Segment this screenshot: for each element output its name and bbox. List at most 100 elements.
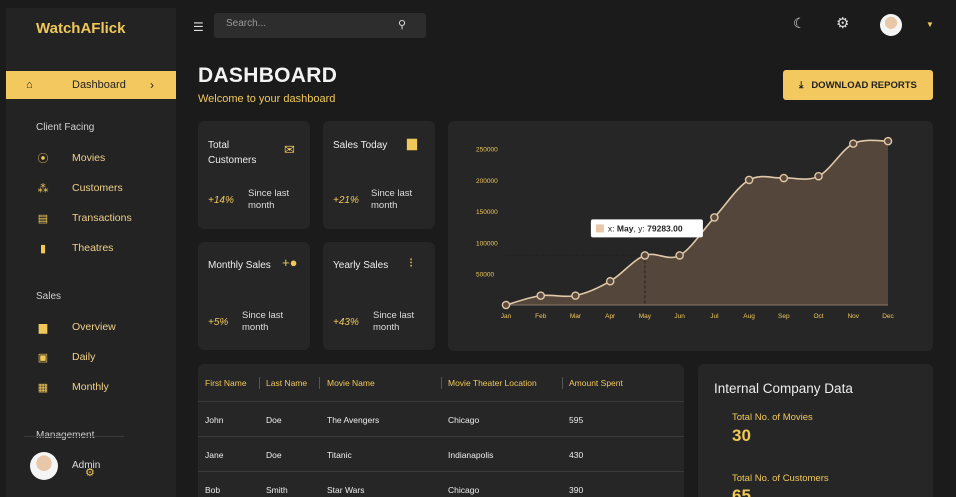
table-cell: Star Wars	[327, 485, 365, 495]
column-separator	[562, 377, 563, 389]
stat-change: +14%	[208, 195, 234, 206]
sidebar-item-label: Overview	[72, 321, 116, 333]
gear-icon[interactable]: ⚙	[85, 466, 95, 479]
stat-title: Total Customers	[208, 140, 257, 166]
sidebar-item-monthly[interactable]: ▦ Monthly	[6, 377, 176, 397]
table-header-location[interactable]: Movie Theater Location	[448, 378, 537, 388]
x-tick-label: Oct	[813, 313, 823, 320]
download-reports-button[interactable]: ⤓ DOWNLOAD REPORTS	[783, 70, 933, 100]
traffic-icon: ⁝	[409, 255, 414, 270]
stat-since: Since last month	[242, 310, 284, 334]
sidebar-item-customers[interactable]: ⁂ Customers	[6, 178, 176, 198]
movies-count-label: Total No. of Movies	[732, 412, 813, 423]
stat-title: Yearly Sales	[333, 260, 389, 271]
sidebar-item-theatres[interactable]: ▮ Theatres	[6, 238, 176, 258]
chevron-right-icon: ›	[150, 78, 154, 92]
home-icon: ⌂	[26, 79, 33, 91]
calendar-icon: ▦	[37, 381, 49, 394]
stat-card-sales-today: Sales Today ▆ +21% Since last month	[323, 121, 435, 229]
x-tick-label: Apr	[605, 313, 616, 320]
table-cell: Chicago	[448, 485, 480, 495]
search-icon[interactable]: ⚲	[398, 18, 406, 31]
button-label: DOWNLOAD REPORTS	[811, 79, 917, 91]
chevron-down-icon[interactable]: ▼	[926, 20, 934, 29]
table-cell: 430	[569, 450, 584, 460]
tooltip-text: x: May, y: 79283.00	[608, 223, 683, 233]
data-point	[883, 136, 893, 146]
table-header-last-name[interactable]: Last Name	[266, 378, 307, 388]
table-cell: 390	[569, 485, 584, 495]
y-tick-label: 50000	[476, 272, 494, 279]
stat-change: +43%	[333, 317, 359, 328]
stat-card-total-customers: Total Customers ✉ +14% Since last month	[198, 121, 310, 229]
menu-icon[interactable]: ☰	[193, 20, 204, 34]
sidebar-item-dashboard[interactable]: ⌂ Dashboard ›	[6, 71, 176, 99]
sidebar-item-label: Transactions	[72, 212, 132, 224]
mail-icon: ✉	[284, 142, 295, 157]
table-cell: Doe	[266, 450, 282, 460]
data-point	[571, 291, 580, 300]
x-tick-label: May	[639, 313, 652, 320]
settings-icon[interactable]: ⚙	[836, 14, 849, 32]
table-header-first-name[interactable]: First Name	[205, 378, 247, 388]
row-divider	[198, 436, 684, 437]
table-cell: Bob	[205, 485, 221, 495]
sidebar-item-label: Daily	[72, 351, 96, 363]
y-tick-label: 250000	[476, 147, 498, 154]
column-separator	[259, 377, 260, 389]
app-logo[interactable]: WatchAFlick	[36, 20, 125, 37]
row-divider	[198, 401, 684, 402]
stat-change: +5%	[208, 317, 229, 328]
table-header-amount[interactable]: Amount Spent	[569, 378, 623, 388]
y-tick-label: 150000	[476, 209, 498, 216]
stat-title: Monthly Sales	[208, 260, 271, 271]
sales-chart: 50000 100000 150000 200000 250000 Jan Feb Mar Ap…	[448, 121, 933, 351]
play-circle-icon: ⦿	[37, 153, 49, 165]
x-tick-label: Jul	[710, 313, 719, 320]
sidebar-item-daily[interactable]: ▣ Daily	[6, 347, 176, 367]
person-add-icon: +●	[282, 255, 298, 270]
section-sales: Sales	[36, 291, 62, 302]
page-subtitle: Welcome to your dashboard	[198, 93, 336, 105]
data-point	[744, 175, 754, 185]
x-tick-label: Jan	[501, 313, 512, 320]
sidebar-divider	[24, 436, 124, 437]
download-icon: ⤓	[799, 79, 804, 91]
search-bar: ⚲	[214, 13, 426, 38]
data-point	[779, 173, 789, 183]
stat-card-yearly-sales: Yearly Sales ⁝ +43% Since last month	[323, 242, 435, 350]
column-separator	[441, 377, 442, 389]
tooltip-swatch	[595, 224, 604, 233]
data-point	[675, 251, 684, 260]
register-icon: ▆	[38, 321, 48, 334]
customers-count-value: 65	[732, 486, 751, 497]
column-separator	[319, 377, 320, 389]
profile-avatar[interactable]	[880, 14, 902, 36]
table-cell: Indianapolis	[448, 450, 494, 460]
dark-mode-icon[interactable]: ☾	[793, 15, 806, 32]
table-cell: Jane	[205, 450, 224, 460]
group-icon: ⁂	[37, 182, 49, 195]
table-cell: 595	[569, 415, 584, 425]
table-cell: Smith	[266, 485, 288, 495]
data-point	[501, 300, 511, 310]
x-tick-label: Aug	[743, 313, 755, 320]
y-tick-label: 200000	[476, 178, 498, 185]
stat-card-monthly-sales: Monthly Sales +● +5% Since last month	[198, 242, 310, 350]
avatar[interactable]	[30, 452, 58, 480]
sidebar-item-transactions[interactable]: ▤ Transactions	[6, 208, 176, 228]
section-client-facing: Client Facing	[36, 122, 95, 133]
theatre-icon: ▮	[39, 242, 47, 255]
table-header-movie-name[interactable]: Movie Name	[327, 378, 375, 388]
stat-title: Sales Today	[333, 140, 388, 151]
sidebar-item-overview[interactable]: ▆ Overview	[6, 317, 176, 337]
x-tick-label: Nov	[847, 313, 859, 320]
movies-count-value: 30	[732, 426, 751, 445]
customers-count-label: Total No. of Customers	[732, 473, 829, 484]
sales-chart-svg: 50000 100000 150000 200000 250000 Jan Feb Mar Ap…	[476, 136, 895, 320]
table-cell: The Avengers	[327, 415, 380, 425]
search-input[interactable]	[226, 18, 386, 29]
today-icon: ▣	[37, 351, 49, 364]
sidebar-item-movies[interactable]: ⦿ Movies	[6, 148, 176, 168]
stat-since: Since last month	[248, 188, 290, 212]
